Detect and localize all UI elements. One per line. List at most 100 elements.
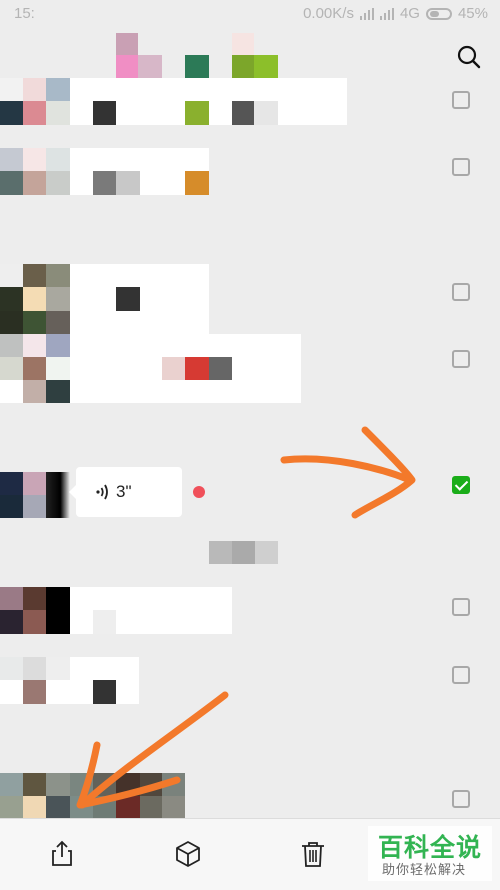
avatar-mosaic <box>23 610 46 634</box>
avatar-mosaic <box>46 357 70 380</box>
mosaic-block <box>116 171 140 195</box>
avatar-mosaic <box>46 610 70 634</box>
timestamp-mosaic <box>255 541 278 564</box>
select-checkbox[interactable] <box>452 283 470 301</box>
avatar-mosaic <box>23 657 46 680</box>
avatar-mosaic <box>23 380 46 403</box>
avatar-mosaic <box>116 773 140 796</box>
avatar-mosaic <box>46 773 70 796</box>
watermark-logo: 百科全说 助你轻松解决 <box>368 826 492 881</box>
share-icon[interactable] <box>47 839 77 869</box>
annotation-arrows <box>76 426 416 809</box>
network-type: 4G <box>399 5 420 22</box>
select-checkbox-checked[interactable] <box>452 476 470 494</box>
avatar-mosaic <box>46 334 70 357</box>
avatar-mosaic <box>23 287 46 311</box>
avatar-mosaic <box>23 334 46 357</box>
avatar-mosaic <box>0 78 23 101</box>
mosaic-block <box>93 101 116 125</box>
avatar-mosaic <box>116 796 140 818</box>
mosaic-block <box>93 171 116 195</box>
select-checkbox[interactable] <box>452 91 470 109</box>
mosaic-block <box>254 55 278 78</box>
avatar-mosaic <box>46 380 70 403</box>
timestamp-mosaic <box>209 541 232 564</box>
avatar-mosaic <box>162 773 185 796</box>
signal-icon <box>359 7 374 20</box>
avatar-mosaic <box>0 101 23 125</box>
avatar-mosaic <box>0 472 23 495</box>
avatar-mosaic <box>162 796 185 818</box>
avatar-mosaic <box>23 357 46 380</box>
avatar-mosaic <box>140 773 162 796</box>
search-icon[interactable] <box>456 44 482 70</box>
avatar-mosaic <box>46 796 70 818</box>
avatar-mosaic <box>46 264 70 287</box>
avatar-mosaic <box>0 287 23 311</box>
mosaic-block <box>116 33 138 55</box>
voice-wave-icon <box>96 484 108 500</box>
avatar-mosaic <box>23 101 46 125</box>
avatar-mosaic <box>0 773 23 796</box>
mosaic-block <box>185 357 209 380</box>
avatar-mosaic <box>0 610 23 634</box>
select-checkbox[interactable] <box>452 350 470 368</box>
avatar-mosaic <box>23 148 46 171</box>
avatar-mosaic <box>23 78 46 101</box>
battery-icon <box>425 7 452 20</box>
mosaic-block <box>232 33 254 55</box>
avatar-mosaic <box>23 773 46 796</box>
avatar-mosaic <box>46 657 70 680</box>
avatar-mosaic <box>23 587 46 610</box>
avatar-mosaic <box>46 311 70 334</box>
avatar-mosaic <box>140 796 162 818</box>
select-checkbox[interactable] <box>452 790 470 808</box>
avatar-mosaic <box>0 171 23 195</box>
avatar-mosaic <box>46 472 70 495</box>
status-bar: 15: 0.00K/s 4G 45% <box>0 0 500 28</box>
mosaic-block <box>93 610 116 634</box>
select-checkbox[interactable] <box>452 666 470 684</box>
mosaic-block <box>254 101 278 125</box>
select-checkbox[interactable] <box>452 158 470 176</box>
avatar-mosaic <box>0 264 23 287</box>
avatar-mosaic <box>0 148 23 171</box>
avatar-mosaic <box>23 495 46 518</box>
timestamp-mosaic <box>232 541 255 564</box>
avatar-mosaic <box>46 495 70 518</box>
watermark-subtitle: 助你轻松解决 <box>382 863 467 878</box>
avatar-mosaic <box>0 334 23 357</box>
status-time: 15: <box>14 5 35 22</box>
status-right: 0.00K/s 4G 45% <box>303 5 488 22</box>
avatar-mosaic <box>23 171 46 195</box>
mosaic-block <box>232 101 254 125</box>
select-checkbox[interactable] <box>452 598 470 616</box>
avatar-mosaic <box>0 357 23 380</box>
avatar-mosaic <box>46 171 70 195</box>
avatar-mosaic <box>23 311 46 334</box>
voice-message-bubble[interactable]: 3" <box>69 467 182 517</box>
mosaic-block <box>185 55 209 78</box>
avatar-mosaic <box>46 587 70 610</box>
mosaic-block <box>162 357 185 380</box>
signal-icon-2 <box>379 7 394 20</box>
avatar-mosaic <box>93 796 116 818</box>
mosaic-block <box>116 287 140 311</box>
mosaic-block <box>138 55 162 78</box>
avatar-mosaic <box>0 796 23 818</box>
mosaic-block <box>232 55 254 78</box>
box-icon[interactable] <box>173 839 203 869</box>
avatar-mosaic <box>23 264 46 287</box>
avatar-mosaic <box>93 773 116 796</box>
avatar-mosaic <box>0 311 23 334</box>
avatar-mosaic <box>46 78 70 101</box>
mosaic-block <box>185 171 209 195</box>
mosaic-block <box>185 101 209 125</box>
avatar-mosaic <box>46 101 70 125</box>
network-speed: 0.00K/s <box>303 5 354 22</box>
arrow-to-checkbox <box>280 426 416 519</box>
trash-icon[interactable] <box>298 839 328 869</box>
avatar-mosaic <box>70 773 93 796</box>
avatar-mosaic <box>23 796 46 818</box>
mosaic-block <box>116 55 138 78</box>
